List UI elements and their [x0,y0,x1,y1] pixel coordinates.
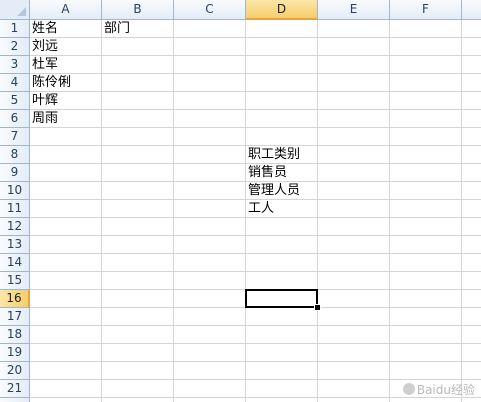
cell-a1[interactable]: 姓名 [30,20,58,38]
row-header-5[interactable]: 5 [0,92,30,110]
watermark-text: Baidu经验 [416,383,475,397]
cell-a5[interactable]: 叶辉 [30,92,58,110]
row-header-13[interactable]: 13 [0,236,30,254]
row-header-18[interactable]: 18 [0,326,30,344]
row-header-6[interactable]: 6 [0,110,30,128]
column-header-d[interactable]: D [246,0,318,20]
row-gridline [30,361,481,362]
column-header-f[interactable]: F [390,0,462,20]
column-header-b[interactable]: B [102,0,174,20]
row-gridline [30,343,481,344]
cell-d9[interactable]: 销售员 [246,164,287,182]
column-gridline [101,20,102,402]
row-header-3[interactable]: 3 [0,56,30,74]
cell-a4[interactable]: 陈伶俐 [30,74,71,92]
row-gridline [30,253,481,254]
cell-a6[interactable]: 周雨 [30,110,58,128]
column-gridline [317,20,318,402]
row-header-4[interactable]: 4 [0,74,30,92]
row-header-2[interactable]: 2 [0,38,30,56]
column-header-e[interactable]: E [318,0,390,20]
row-gridline [30,55,481,56]
row-header-15[interactable]: 15 [0,272,30,290]
row-header-12[interactable]: 12 [0,218,30,236]
row-header-20[interactable]: 20 [0,362,30,380]
selected-cell-cursor[interactable] [245,289,318,308]
column-gridline [173,20,174,402]
row-header-14[interactable]: 14 [0,254,30,272]
row-gridline [30,271,481,272]
row-header-17[interactable]: 17 [0,308,30,326]
select-all-triangle-icon [17,7,26,16]
row-header-11[interactable]: 11 [0,200,30,218]
cell-d8[interactable]: 职工类别 [246,146,300,164]
spreadsheet-grid[interactable]: ABCDEF 1 2 3 4 5 6 7 8 9 10 11 12 13 14 15 16 17 18 19 20 21… [0,0,481,402]
cell-a2[interactable]: 刘远 [30,38,58,56]
row-header-9[interactable]: 9 [0,164,30,182]
row-header-10[interactable]: 10 [0,182,30,200]
cell-d10[interactable]: 管理人员 [246,182,300,200]
column-header-c[interactable]: C [174,0,246,20]
row-gridline [30,91,481,92]
row-gridline [30,379,481,380]
row-gridline [30,109,481,110]
cell-a3[interactable]: 杜军 [30,56,58,74]
row-gridline [30,235,481,236]
row-gridline [30,73,481,74]
row-header-1[interactable]: 1 [0,20,30,38]
row-header-partial[interactable] [0,398,30,402]
row-gridline [30,325,481,326]
row-header-7[interactable]: 7 [0,128,30,146]
row-header-19[interactable]: 19 [0,344,30,362]
cell-b1[interactable]: 部门 [102,20,130,38]
column-header-g[interactable] [462,0,481,20]
row-gridline [30,127,481,128]
row-header-8[interactable]: 8 [0,146,30,164]
row-gridline [30,37,481,38]
fill-handle[interactable] [314,304,321,311]
select-all-corner[interactable] [0,0,30,20]
baidu-paw-icon [402,383,415,395]
column-gridline [461,20,462,402]
watermark: Baidu经验 [402,381,475,398]
column-header-a[interactable]: A [30,0,102,20]
row-header-21[interactable]: 21 [0,380,30,398]
row-header-16[interactable]: 16 [0,290,30,308]
cell-d11[interactable]: 工人 [246,200,274,218]
column-gridline [389,20,390,402]
